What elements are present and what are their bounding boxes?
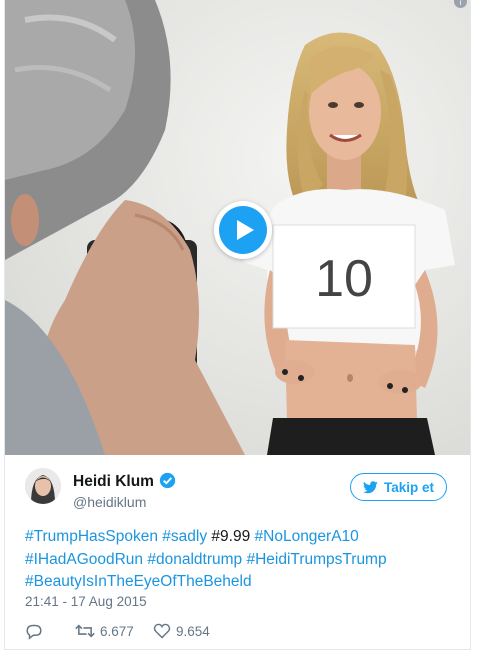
user-name[interactable]: Heidi Klum — [73, 473, 154, 491]
plain-hashtag-text: #9.99 — [211, 528, 251, 545]
tweet-header: Heidi Klum @heidiklum Takip et — [25, 468, 455, 514]
tweet-card: 10 i Heidi Klum @heidiklum Takip et #Tru… — [4, 0, 471, 650]
avatar[interactable] — [25, 468, 61, 504]
user-handle[interactable]: @heidiklum — [73, 494, 146, 510]
play-icon — [237, 220, 254, 240]
tweet-timestamp[interactable]: 21:41 - 17 Aug 2015 — [25, 594, 147, 609]
retweet-icon — [75, 624, 95, 638]
score-sign-text: 10 — [315, 250, 373, 308]
follow-button-label: Takip et — [383, 479, 434, 495]
twitter-bird-icon — [362, 480, 378, 493]
hashtag-link[interactable]: #HeidiTrumpsTrump — [246, 551, 386, 568]
follow-button[interactable]: Takip et — [350, 473, 447, 501]
like-button[interactable]: 9.654 — [153, 623, 210, 639]
retweet-count: 6.677 — [100, 623, 134, 639]
hashtag-link[interactable]: #sadly — [162, 528, 207, 545]
reply-button[interactable] — [25, 623, 75, 640]
hashtag-link[interactable]: #donaldtrump — [147, 551, 242, 568]
verified-badge-icon — [159, 472, 176, 489]
video-player[interactable]: 10 i — [5, 0, 470, 455]
play-button[interactable] — [214, 201, 272, 259]
retweet-button[interactable]: 6.677 — [75, 623, 153, 639]
hashtag-link[interactable]: #BeautyIsInTheEyeOfTheBeheld — [25, 573, 252, 590]
hashtag-link[interactable]: #TrumpHasSpoken — [25, 528, 158, 545]
heart-icon — [153, 623, 171, 639]
tweet-text: #TrumpHasSpoken #sadly #9.99 #NoLongerA1… — [25, 526, 455, 594]
like-count: 9.654 — [176, 623, 210, 639]
hashtag-link[interactable]: #IHadAGoodRun — [25, 551, 143, 568]
reply-icon — [26, 624, 42, 640]
tweet-actions: 6.677 9.654 — [25, 621, 210, 641]
hashtag-link[interactable]: #NoLongerA10 — [255, 528, 359, 545]
